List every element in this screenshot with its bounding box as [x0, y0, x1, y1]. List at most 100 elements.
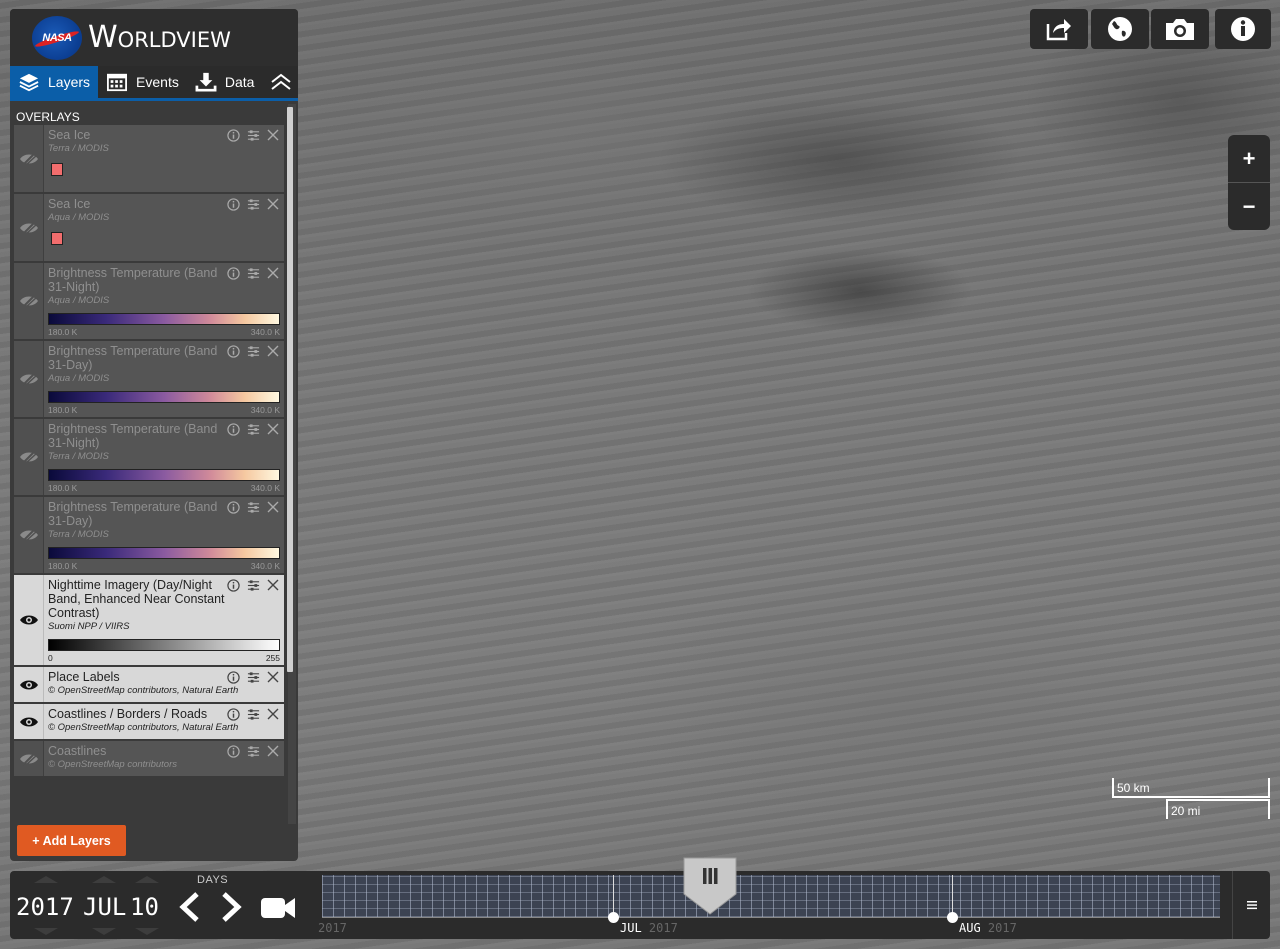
zoom-in-button[interactable]: + — [1228, 135, 1270, 182]
legend-swatch — [51, 232, 63, 245]
layer-options-icon[interactable] — [246, 128, 260, 142]
info-icon[interactable] — [226, 707, 240, 721]
eye-hidden-icon[interactable] — [14, 194, 44, 261]
day-input[interactable]: 10 — [130, 893, 159, 921]
legend-colorbar — [48, 391, 280, 403]
timeline-menu-button[interactable] — [1232, 871, 1270, 939]
eye-icon[interactable] — [14, 667, 44, 702]
info-icon[interactable] — [226, 422, 240, 436]
snapshot-button[interactable] — [1151, 9, 1209, 49]
year-down-arrow[interactable] — [34, 928, 58, 935]
layer-list[interactable]: OVERLAYS Sea Ice Terra / MODIS Sea Ice Aqua… — [10, 104, 298, 824]
month-down-arrow[interactable] — [92, 928, 116, 935]
animation-video-icon[interactable] — [260, 895, 296, 921]
remove-layer-icon[interactable] — [266, 670, 280, 684]
eye-hidden-icon[interactable] — [14, 341, 44, 417]
layer-body: Brightness Temperature (Band 31-Night) Te… — [44, 419, 284, 495]
share-button[interactable] — [1030, 9, 1088, 49]
layer-item[interactable]: Coastlines © OpenStreetMap contributors — [14, 741, 284, 778]
month-input[interactable]: JUL — [83, 893, 126, 921]
eye-hidden-icon[interactable] — [14, 419, 44, 495]
remove-layer-icon[interactable] — [266, 197, 280, 211]
layer-options-icon[interactable] — [246, 500, 260, 514]
layer-item[interactable]: Brightness Temperature (Band 31-Day) Terr… — [14, 497, 284, 575]
layer-item[interactable]: Brightness Temperature (Band 31-Night) Aq… — [14, 263, 284, 341]
layer-item[interactable]: Brightness Temperature (Band 31-Day) Aqua… — [14, 341, 284, 419]
legend-swatch — [51, 163, 63, 176]
month-label-jul: JUL 2017 — [620, 921, 678, 935]
scrollbar[interactable] — [287, 104, 296, 824]
tab-data[interactable]: Data — [187, 66, 263, 98]
eye-icon[interactable] — [14, 575, 44, 665]
tab-layers-label: Layers — [48, 74, 91, 90]
remove-layer-icon[interactable] — [266, 422, 280, 436]
layer-item[interactable]: Nighttime Imagery (Day/Night Band, Enhan… — [14, 575, 284, 667]
layer-source: Terra / MODIS — [48, 529, 109, 540]
layer-options-icon[interactable] — [246, 578, 260, 592]
layer-name: Brightness Temperature (Band 31-Day) — [48, 500, 218, 528]
legend-min: 180.0 K — [48, 327, 78, 337]
remove-layer-icon[interactable] — [266, 578, 280, 592]
interval-label[interactable]: DAYS — [197, 874, 228, 886]
info-icon[interactable] — [226, 344, 240, 358]
legend-colorbar — [48, 639, 280, 651]
info-icon[interactable] — [226, 500, 240, 514]
year-input[interactable]: 2017 — [16, 893, 74, 921]
remove-layer-icon[interactable] — [266, 128, 280, 142]
timeline-track[interactable]: 2017 JUL 2017 AUG 2017 — [318, 857, 1220, 939]
info-icon[interactable] — [226, 197, 240, 211]
collapse-sidebar-button[interactable] — [264, 66, 298, 98]
overlays-heading: OVERLAYS — [10, 104, 298, 125]
layer-item[interactable]: Coastlines / Borders / Roads © OpenStreet… — [14, 704, 284, 741]
info-icon[interactable] — [226, 670, 240, 684]
layer-source: © OpenStreetMap contributors, Natural Ea… — [48, 722, 239, 733]
year-up-arrow[interactable] — [34, 876, 58, 883]
layer-options-icon[interactable] — [246, 344, 260, 358]
layer-options-icon[interactable] — [246, 707, 260, 721]
remove-layer-icon[interactable] — [266, 500, 280, 514]
tab-events[interactable]: Events — [98, 66, 187, 98]
zoom-out-button[interactable]: − — [1228, 183, 1270, 230]
layer-name: Coastlines / Borders / Roads — [48, 707, 208, 721]
layer-item[interactable]: Place Labels © OpenStreetMap contributors… — [14, 667, 284, 704]
day-up-arrow[interactable] — [135, 876, 159, 883]
eye-hidden-icon[interactable] — [14, 263, 44, 339]
layer-item[interactable]: Sea Ice Aqua / MODIS — [14, 194, 284, 263]
remove-layer-icon[interactable] — [266, 266, 280, 280]
layer-options-icon[interactable] — [246, 744, 260, 758]
layer-options-icon[interactable] — [246, 670, 260, 684]
eye-hidden-icon[interactable] — [14, 741, 44, 776]
layer-options-icon[interactable] — [246, 197, 260, 211]
previous-day-button[interactable] — [175, 891, 203, 923]
scrollbar-thumb[interactable] — [287, 107, 293, 672]
eye-hidden-icon[interactable] — [14, 125, 44, 192]
layer-options-icon[interactable] — [246, 266, 260, 280]
add-layers-button[interactable]: + Add Layers — [17, 825, 126, 856]
month-up-arrow[interactable] — [92, 876, 116, 883]
layer-body: Coastlines / Borders / Roads © OpenStreet… — [44, 704, 284, 739]
sidebar: NASA Worldview Layers Events Data OVERLA… — [10, 9, 298, 861]
eye-icon[interactable] — [14, 704, 44, 739]
info-icon — [1231, 17, 1255, 41]
layer-item[interactable]: Brightness Temperature (Band 31-Night) Te… — [14, 419, 284, 497]
timeline-drag-handle[interactable] — [680, 856, 740, 916]
scale-bar-km: 50 km — [1112, 778, 1270, 798]
layer-options-icon[interactable] — [246, 422, 260, 436]
info-icon[interactable] — [226, 128, 240, 142]
info-icon[interactable] — [226, 744, 240, 758]
projection-button[interactable] — [1091, 9, 1149, 49]
legend-colorbar — [48, 313, 280, 325]
remove-layer-icon[interactable] — [266, 344, 280, 358]
remove-layer-icon[interactable] — [266, 707, 280, 721]
next-day-button[interactable] — [218, 891, 246, 923]
info-button[interactable] — [1215, 9, 1271, 49]
info-icon[interactable] — [226, 266, 240, 280]
day-down-arrow[interactable] — [135, 928, 159, 935]
layer-source: Aqua / MODIS — [48, 373, 110, 384]
tab-layers[interactable]: Layers — [10, 66, 99, 98]
layer-item[interactable]: Sea Ice Terra / MODIS — [14, 125, 284, 194]
layer-body: Sea Ice Aqua / MODIS — [44, 194, 284, 261]
eye-hidden-icon[interactable] — [14, 497, 44, 573]
info-icon[interactable] — [226, 578, 240, 592]
remove-layer-icon[interactable] — [266, 744, 280, 758]
